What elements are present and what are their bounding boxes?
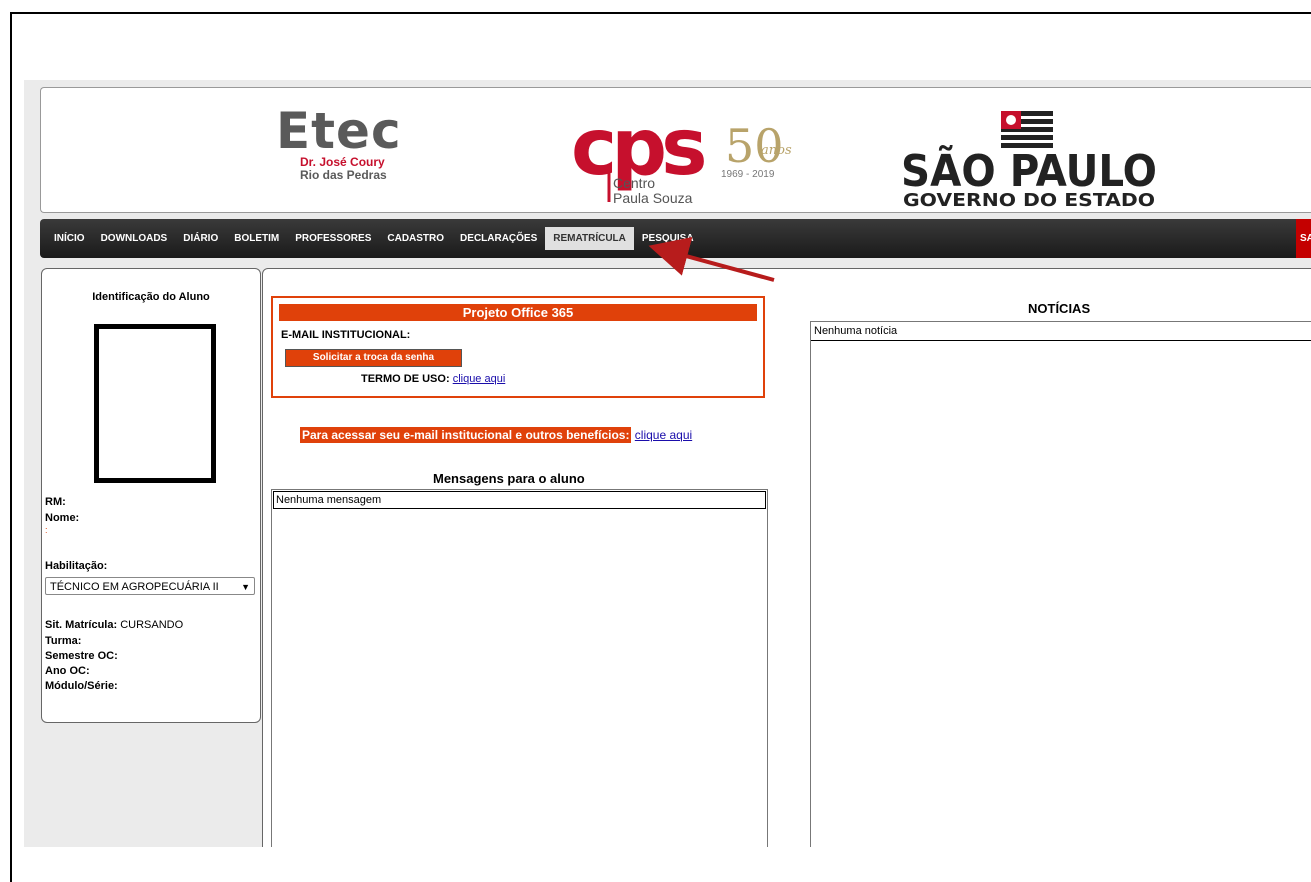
turma-label: Turma: — [45, 635, 82, 647]
main-content: Projeto Office 365 E-MAIL INSTITUCIONAL:… — [262, 268, 1311, 847]
terms-of-use-link[interactable]: clique aqui — [453, 373, 506, 385]
office365-box: Projeto Office 365 E-MAIL INSTITUCIONAL:… — [271, 296, 765, 398]
nav-item-7[interactable]: REMATRÍCULA — [545, 227, 634, 250]
terms-of-use: TERMO DE USO: clique aqui — [361, 373, 505, 385]
habilitacao-label: Habilitação: — [45, 560, 108, 572]
habilitacao-selected-value: TÉCNICO EM AGROPECUÁRIA II — [50, 581, 219, 593]
page: Etec Dr. José Coury Rio das Pedras CPS 5… — [24, 80, 1311, 847]
nav-item-4[interactable]: PROFESSORES — [287, 227, 379, 250]
sao-paulo-flag-icon — [1001, 111, 1053, 148]
nav-item-6[interactable]: DECLARAÇÕES — [452, 227, 545, 250]
etec-logo: Etec Dr. José Coury Rio das Pedras — [276, 106, 402, 182]
header-banner: Etec Dr. José Coury Rio das Pedras CPS 5… — [40, 87, 1311, 213]
nav-list: INÍCIO DOWNLOADS DIÁRIO BOLETIM PROFESSORES C… — [40, 219, 1311, 258]
change-password-button[interactable]: Solicitar a troca da senha — [285, 349, 462, 367]
semestre-label: Semestre OC: — [45, 650, 118, 662]
news-empty: Nenhuma notícia — [811, 322, 1311, 341]
sit-matricula-value: CURSANDO — [120, 619, 184, 631]
institutional-access-link[interactable]: clique aqui — [635, 428, 692, 442]
cps-logo-years: 1969 - 2019 — [721, 169, 775, 180]
student-photo — [94, 324, 216, 483]
cps-logo: CPS 50 anos 1969 - 2019 Centro Paula Sou… — [571, 103, 792, 206]
etec-logo-city: Rio das Pedras — [300, 168, 387, 182]
news-title: NOTÍCIAS — [1028, 301, 1091, 316]
institutional-email-label: E-MAIL INSTITUCIONAL: — [281, 329, 411, 341]
messages-title: Mensagens para o aluno — [433, 471, 585, 486]
main-nav: INÍCIO DOWNLOADS DIÁRIO BOLETIM PROFESSORES C… — [40, 219, 1311, 258]
office365-title: Projeto Office 365 — [279, 304, 757, 321]
nav-item-5[interactable]: CADASTRO — [379, 227, 452, 250]
modulo-label: Módulo/Série: — [45, 680, 118, 692]
cps-logo-centro: Centro — [613, 175, 655, 191]
sao-paulo-logo: SÃO PAULO GOVERNO DO ESTADO — [901, 111, 1157, 209]
nav-item-0[interactable]: INÍCIO — [46, 227, 93, 250]
cps-logo-anos: anos — [761, 143, 792, 158]
student-panel: Identificação do Aluno RM: Nome: : Habil… — [41, 268, 261, 723]
nav-item-8[interactable]: PESQUISA — [634, 227, 702, 250]
rm-label: RM: — [45, 496, 66, 508]
ano-label: Ano OC: — [45, 665, 90, 677]
messages-empty: Nenhuma mensagem — [273, 491, 766, 509]
chevron-down-icon: ▼ — [241, 582, 250, 592]
nav-item-3[interactable]: BOLETIM — [226, 227, 287, 250]
nome-value: : — [45, 525, 48, 535]
etec-logo-word: Etec — [276, 102, 402, 160]
cps-logo-paula: Paula Souza — [613, 190, 693, 206]
sit-matricula-field: Sit. Matrícula: CURSANDO — [45, 619, 183, 631]
nav-item-1[interactable]: DOWNLOADS — [93, 227, 176, 250]
institutional-access: Para acessar seu e-mail institucional e … — [300, 427, 692, 443]
student-panel-title: Identificação do Aluno — [92, 291, 210, 303]
nav-item-2[interactable]: DIÁRIO — [175, 227, 226, 250]
terms-of-use-label: TERMO DE USO: — [361, 373, 450, 385]
exit-button[interactable]: SAI — [1296, 219, 1311, 258]
sao-paulo-sub: GOVERNO DO ESTADO — [903, 190, 1155, 209]
nome-label: Nome: — [45, 512, 80, 524]
sit-matricula-label: Sit. Matrícula: — [45, 619, 118, 631]
news-box: Nenhuma notícia — [810, 321, 1311, 847]
institutional-access-text: Para acessar seu e-mail institucional e … — [300, 427, 632, 443]
messages-box: Nenhuma mensagem — [271, 489, 768, 847]
habilitacao-select[interactable]: TÉCNICO EM AGROPECUÁRIA II ▼ — [45, 577, 255, 595]
